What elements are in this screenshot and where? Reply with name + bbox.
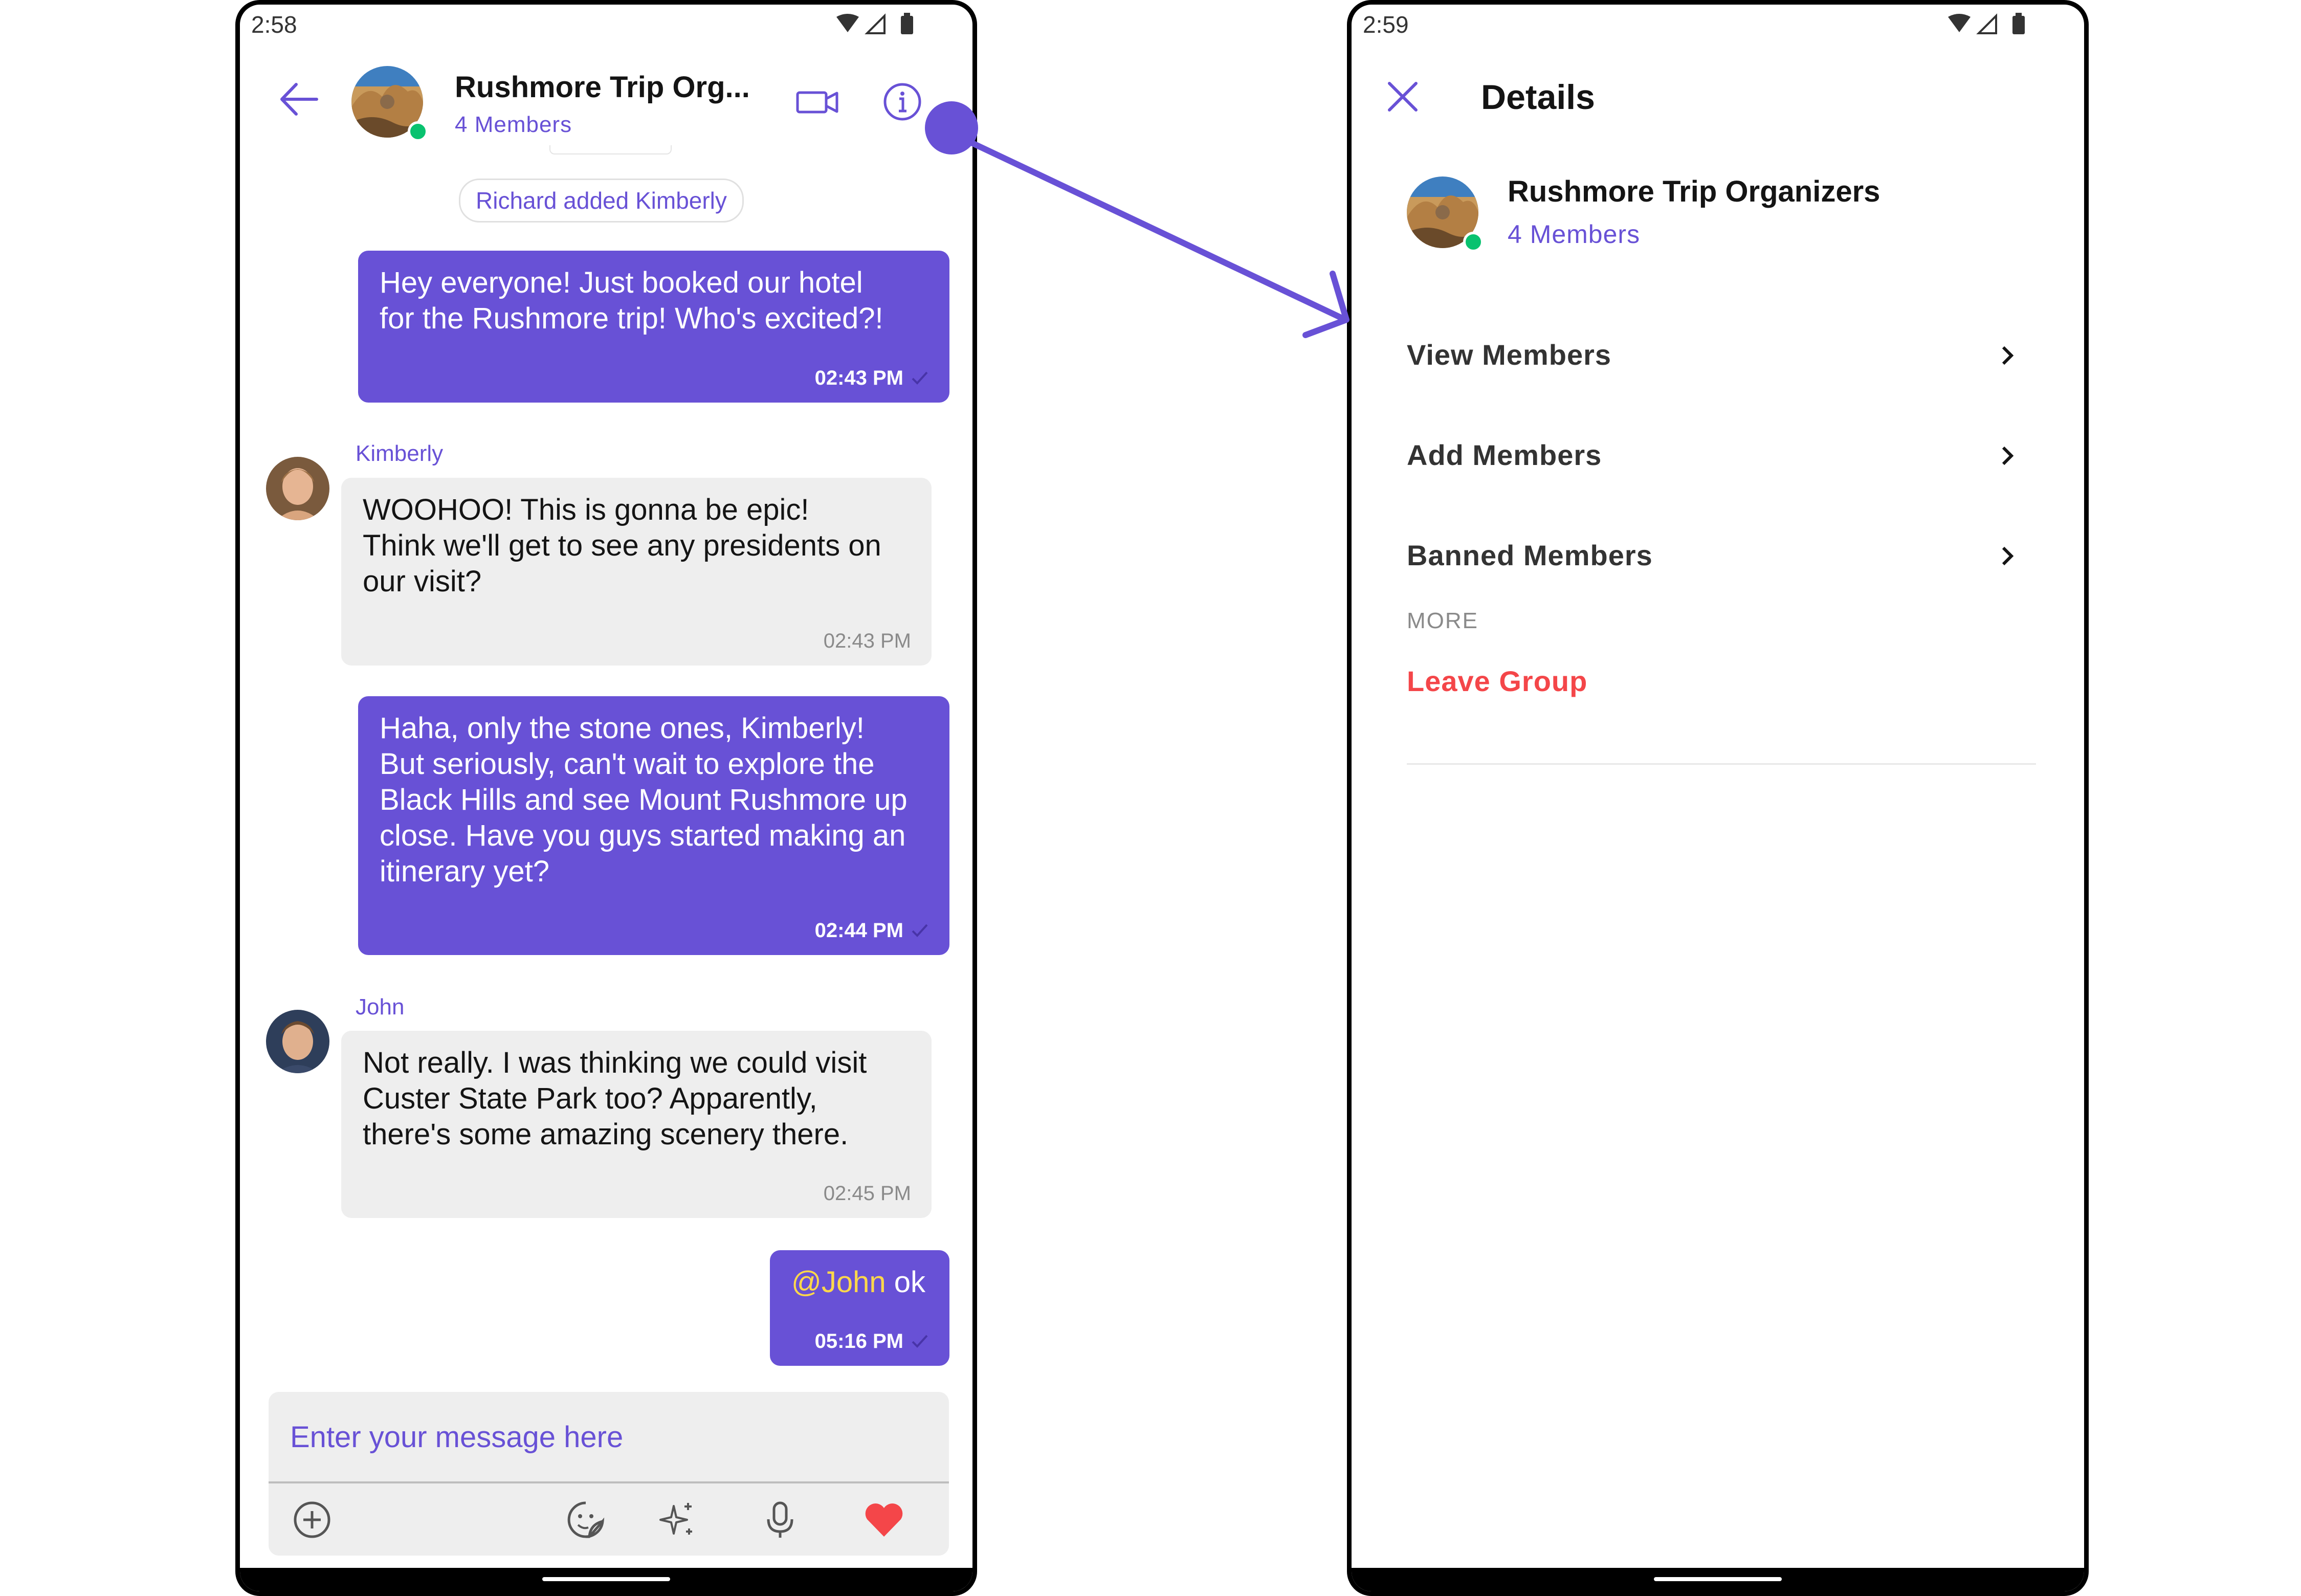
message-time: 02:43 PM: [814, 367, 903, 389]
outgoing-message[interactable]: @John ok 05:16 PM: [770, 1250, 949, 1366]
section-header-more: MORE: [1407, 608, 1478, 633]
close-icon[interactable]: [1382, 76, 1423, 117]
message-time: 05:16 PM: [814, 1330, 903, 1353]
message-input[interactable]: Enter your message here: [290, 1420, 623, 1454]
member-count: 4 Members: [455, 112, 572, 137]
arrow-line: [959, 135, 1348, 323]
message-meta: 02:43 PM: [815, 367, 929, 389]
message-meta: 02:44 PM: [815, 919, 929, 942]
member-count: 4 Members: [1508, 220, 1641, 249]
message-text: Hey everyone! Just booked our hotel for …: [380, 266, 883, 335]
video-call-icon[interactable]: [795, 86, 841, 117]
message-text: @John ok: [791, 1265, 925, 1300]
message-body: ok: [886, 1266, 926, 1299]
sender-avatar[interactable]: [266, 457, 329, 520]
chevron-right-icon: [2002, 446, 2014, 465]
sticker-icon[interactable]: [563, 1497, 609, 1543]
online-status-indicator: [408, 121, 428, 142]
home-indicator[interactable]: [1654, 1577, 1782, 1581]
message-text: Not really. I was thinking we could visi…: [363, 1046, 867, 1151]
chat-screen: 2:58 Rushmore Trip Org... 4 Members Rich…: [235, 0, 977, 1596]
sent-check-icon: [912, 371, 928, 385]
message-text: WOOHOO! This is gonna be epic! Think we'…: [363, 493, 881, 598]
banned-members-option[interactable]: Banned Members: [1407, 527, 2036, 584]
group-name: Rushmore Trip Organizers: [1508, 175, 1880, 208]
outgoing-message[interactable]: Haha, only the stone ones, Kimberly! But…: [358, 696, 949, 955]
sender-name: John: [356, 994, 405, 1019]
message-time: 02:44 PM: [814, 919, 903, 942]
sent-check-icon: [912, 924, 928, 937]
home-indicator[interactable]: [542, 1577, 670, 1581]
chat-title[interactable]: Rushmore Trip Org...: [455, 70, 750, 104]
chevron-right-icon: [2002, 346, 2014, 365]
incoming-message[interactable]: Not really. I was thinking we could visi…: [341, 1031, 932, 1218]
group-avatar[interactable]: [351, 66, 428, 142]
status-icons: [834, 13, 921, 39]
group-action-message: Richard added Kimberly: [459, 179, 744, 223]
add-icon[interactable]: [289, 1497, 335, 1543]
mention[interactable]: @John: [791, 1266, 886, 1299]
message-meta: 02:45 PM: [824, 1182, 911, 1205]
message-composer: Enter your message here: [269, 1392, 949, 1556]
system-navigation-bar: [1352, 1568, 2084, 1591]
add-members-option[interactable]: Add Members: [1407, 427, 2036, 483]
composer-divider: [269, 1481, 949, 1483]
status-bar: 2:59: [1352, 5, 2084, 46]
option-label: Add Members: [1407, 439, 1602, 471]
status-bar: 2:58: [240, 5, 972, 46]
message-meta: 02:43 PM: [824, 630, 911, 652]
section-divider: [1407, 763, 2036, 765]
heart-icon[interactable]: [861, 1497, 907, 1543]
message-time: 02:43 PM: [823, 630, 911, 652]
sender-avatar[interactable]: [266, 1010, 329, 1073]
ai-sparkle-icon[interactable]: [653, 1497, 699, 1543]
previous-message-edge: [549, 145, 672, 154]
message-time: 02:45 PM: [823, 1182, 911, 1205]
status-time: 2:58: [251, 11, 297, 38]
incoming-message[interactable]: WOOHOO! This is gonna be epic! Think we'…: [341, 478, 932, 666]
group-avatar: [1407, 176, 1484, 252]
status-icons: [1946, 13, 2033, 39]
leave-group-button[interactable]: Leave Group: [1407, 664, 1587, 698]
system-navigation-bar: [240, 1568, 972, 1591]
details-screen: 2:59 Details Rushmore Trip Organizers 4 …: [1347, 0, 2089, 1596]
message-text: Haha, only the stone ones, Kimberly! But…: [380, 712, 908, 888]
outgoing-message[interactable]: Hey everyone! Just booked our hotel for …: [358, 251, 949, 403]
online-status-indicator: [1463, 232, 1484, 252]
chevron-right-icon: [2002, 546, 2014, 566]
sent-check-icon: [912, 1335, 928, 1348]
view-members-option[interactable]: View Members: [1407, 327, 2036, 383]
back-arrow-icon[interactable]: [276, 76, 322, 122]
sender-name: Kimberly: [356, 441, 444, 466]
details-title: Details: [1481, 78, 1595, 117]
option-label: View Members: [1407, 339, 1612, 371]
message-meta: 05:16 PM: [815, 1330, 929, 1353]
arrow-head: [1302, 271, 1349, 338]
status-time: 2:59: [1363, 11, 1409, 38]
info-icon[interactable]: [882, 81, 923, 122]
option-label: Banned Members: [1407, 539, 1653, 571]
microphone-icon[interactable]: [757, 1497, 803, 1543]
